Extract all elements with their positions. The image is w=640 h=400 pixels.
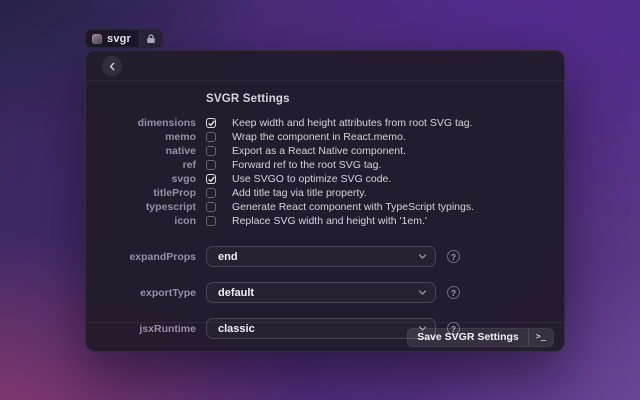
checkbox-row-titleprop: titleProp Add title tag via title proper… [86, 186, 564, 200]
save-svgr-settings-button[interactable]: Save SVGR Settings >_ [407, 328, 554, 347]
checkbox-description[interactable]: Add title tag via title property. [232, 187, 367, 199]
checkbox-description[interactable]: Use SVGO to optimize SVG code. [232, 173, 391, 185]
select-value: default [218, 287, 254, 299]
checkbox-description[interactable]: Wrap the component in React.memo. [232, 131, 406, 143]
field-label: memo [86, 131, 196, 143]
field-label: typescript [86, 201, 196, 213]
help-icon[interactable]: ? [447, 250, 460, 263]
checkbox-description[interactable]: Generate React component with TypeScript… [232, 201, 474, 213]
dropdown-row-expandprops: expandProps end ? [86, 246, 564, 267]
checkbox-row-ref: ref Forward ref to the root SVG tag. [86, 158, 564, 172]
checkbox-description[interactable]: Replace SVG width and height with '1em.' [232, 215, 427, 227]
field-label: expandProps [86, 251, 196, 263]
window-header [86, 51, 564, 81]
field-label: exportType [86, 287, 196, 299]
checkbox-row-memo: memo Wrap the component in React.memo. [86, 130, 564, 144]
field-label: svgo [86, 173, 196, 185]
extension-tag-title: svgr [107, 33, 131, 45]
field-label: icon [86, 215, 196, 227]
checkbox-svgo[interactable] [206, 174, 216, 184]
check-icon [208, 120, 215, 127]
form-title: SVGR Settings [206, 93, 290, 105]
expandprops-select[interactable]: end [206, 246, 436, 267]
select-value: end [218, 251, 238, 263]
terminal-prompt-icon: >_ [528, 329, 553, 346]
check-icon [208, 176, 215, 183]
checkbox-ref[interactable] [206, 160, 216, 170]
checkbox-native[interactable] [206, 146, 216, 156]
dropdown-row-exporttype: exportType default ? [86, 282, 564, 303]
extension-tag-main[interactable]: svgr [86, 30, 139, 47]
checkbox-description[interactable]: Keep width and height attributes from ro… [232, 117, 472, 129]
settings-form: SVGR Settings dimensions Keep width and … [86, 81, 564, 339]
checkbox-row-typescript: typescript Generate React component with… [86, 200, 564, 214]
extension-tag-lock[interactable] [139, 30, 162, 47]
chevron-down-icon [418, 288, 427, 297]
checkbox-row-icon: icon Replace SVG width and height with '… [86, 214, 564, 228]
checkbox-description[interactable]: Forward ref to the root SVG tag. [232, 159, 381, 171]
svgr-extension-icon [92, 34, 102, 44]
field-label: dimensions [86, 117, 196, 129]
checkbox-typescript[interactable] [206, 202, 216, 212]
exporttype-select[interactable]: default [206, 282, 436, 303]
lock-icon [146, 34, 156, 44]
extension-tag[interactable]: svgr [85, 29, 163, 48]
help-icon[interactable]: ? [447, 286, 460, 299]
chevron-down-icon [418, 252, 427, 261]
field-label: native [86, 145, 196, 157]
svgr-settings-window: SVGR Settings dimensions Keep width and … [85, 50, 565, 352]
checkbox-row-dimensions: dimensions Keep width and height attribu… [86, 116, 564, 130]
checkbox-dimensions[interactable] [206, 118, 216, 128]
window-footer: Save SVGR Settings >_ [86, 322, 564, 351]
chevron-left-icon [108, 62, 117, 71]
field-label: ref [86, 159, 196, 171]
field-label: titleProp [86, 187, 196, 199]
save-button-label: Save SVGR Settings [408, 329, 528, 346]
checkbox-row-native: native Export as a React Native componen… [86, 144, 564, 158]
checkbox-row-svgo: svgo Use SVGO to optimize SVG code. [86, 172, 564, 186]
back-button[interactable] [102, 56, 122, 76]
checkbox-titleprop[interactable] [206, 188, 216, 198]
checkbox-description[interactable]: Export as a React Native component. [232, 145, 406, 157]
checkbox-memo[interactable] [206, 132, 216, 142]
checkbox-icon[interactable] [206, 216, 216, 226]
